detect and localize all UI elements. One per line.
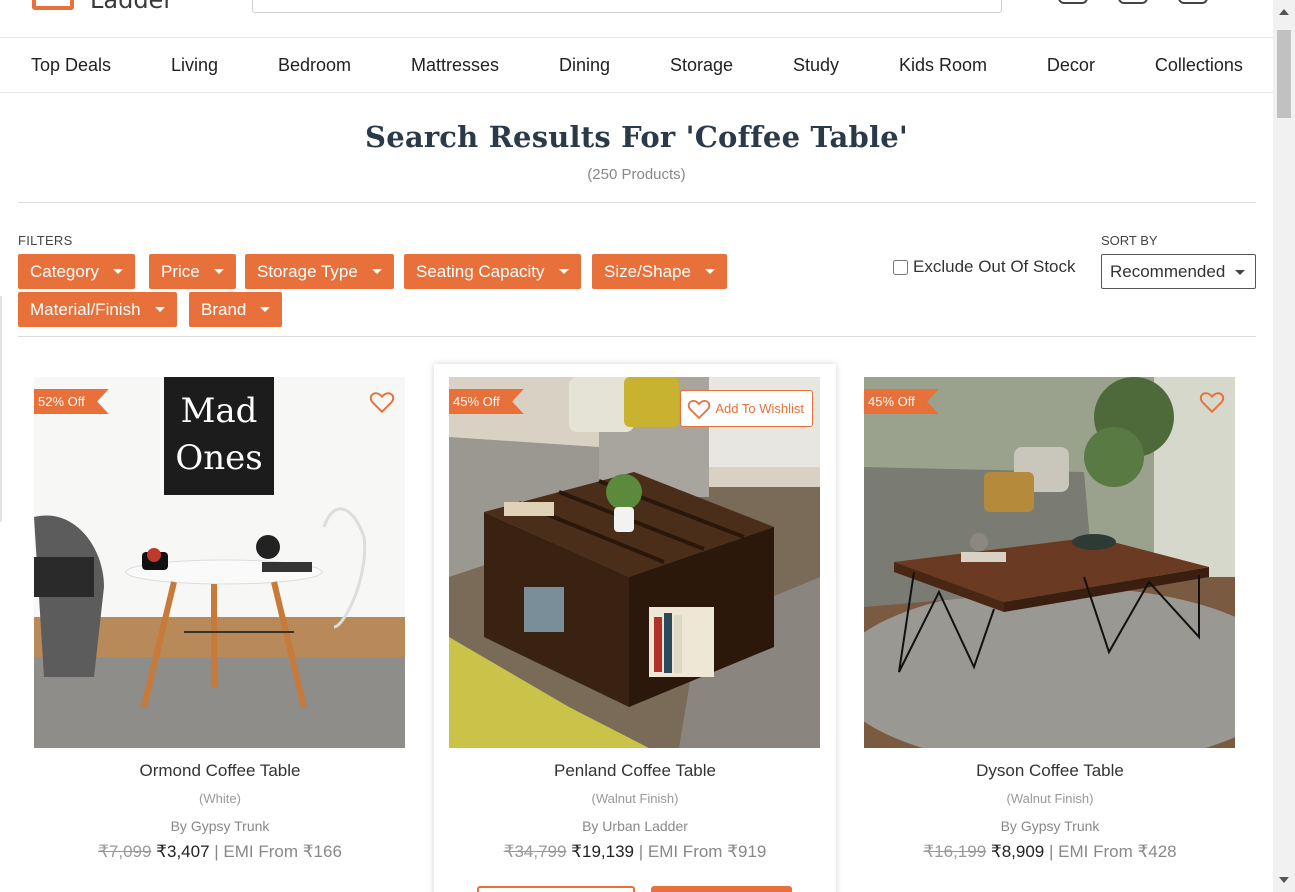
product-emi: | EMI From ₹428 xyxy=(1048,842,1177,861)
filter-label: Size/Shape xyxy=(604,261,691,281)
nav-item-dining[interactable]: Dining xyxy=(559,55,610,76)
sort-label: SORT BY xyxy=(1101,233,1158,248)
filter-label: Material/Finish xyxy=(30,299,141,319)
filter-size-shape[interactable]: Size/Shape xyxy=(592,254,727,289)
profile-icon[interactable] xyxy=(1118,0,1148,4)
product-card[interactable]: 45% Off Dyson Coffee Table (Walnut Finis… xyxy=(849,364,1251,892)
side-panel-edge xyxy=(0,296,2,522)
heart-icon[interactable] xyxy=(1199,389,1225,415)
caret-down-icon xyxy=(213,269,224,274)
filter-label: Brand xyxy=(201,299,247,319)
product-name[interactable]: Dyson Coffee Table xyxy=(849,761,1251,781)
secondary-action-button[interactable] xyxy=(477,886,635,892)
nav-item-storage[interactable]: Storage xyxy=(670,55,733,76)
divider xyxy=(18,202,1256,203)
logo[interactable]: Ladder xyxy=(32,0,174,14)
product-name[interactable]: Ormond Coffee Table xyxy=(19,761,421,781)
nav-item-study[interactable]: Study xyxy=(793,55,839,76)
product-emi: | EMI From ₹919 xyxy=(638,842,767,861)
product-sale-price: ₹8,909 xyxy=(990,842,1045,861)
product-brand: By Gypsy Trunk xyxy=(170,818,270,834)
vertical-scrollbar[interactable] xyxy=(1273,0,1295,892)
nav-item-mattresses[interactable]: Mattresses xyxy=(411,55,499,76)
filter-label: Seating Capacity xyxy=(416,261,545,281)
filter-brand[interactable]: Brand xyxy=(189,292,283,327)
filter-storage-type[interactable]: Storage Type xyxy=(245,254,394,289)
product-brand: By Gypsy Trunk xyxy=(1000,818,1100,834)
nav-item-collections[interactable]: Collections xyxy=(1155,55,1243,76)
product-mrp: ₹16,199 xyxy=(923,842,987,861)
product-mrp: ₹34,799 xyxy=(503,842,567,861)
filters-label: FILTERS xyxy=(18,233,73,248)
filter-category[interactable]: Category xyxy=(18,254,135,289)
add-to-wishlist-button[interactable]: Add To Wishlist xyxy=(680,390,813,427)
nav-item-living[interactable]: Living xyxy=(171,55,218,76)
product-price: ₹16,199 ₹8,909 | EMI From ₹428 xyxy=(849,842,1251,862)
product-price: ₹7,099 ₹3,407 | EMI From ₹166 xyxy=(19,842,421,862)
filter-price[interactable]: Price xyxy=(149,254,236,289)
scroll-up-arrow-icon[interactable] xyxy=(1279,9,1289,15)
caret-down-icon xyxy=(112,269,123,274)
cart-icon[interactable] xyxy=(1178,0,1208,4)
heart-icon xyxy=(688,399,711,419)
caret-down-icon xyxy=(558,269,569,274)
product-emi: | EMI From ₹166 xyxy=(214,842,342,861)
filter-label: Category xyxy=(30,261,99,281)
category-nav: Top Deals Living Bedroom Mattresses Dini… xyxy=(0,38,1273,93)
caret-down-icon xyxy=(704,269,715,274)
header-icons xyxy=(1058,0,1208,4)
product-sale-price: ₹3,407 xyxy=(156,842,210,861)
sort-selected-value: Recommended xyxy=(1110,261,1226,281)
heart-icon[interactable] xyxy=(369,389,395,415)
scroll-down-arrow-icon[interactable] xyxy=(1279,877,1289,883)
nav-item-top-deals[interactable]: Top Deals xyxy=(31,55,111,76)
exclude-out-of-stock[interactable]: Exclude Out Of Stock xyxy=(893,257,1076,277)
product-count: (250 Products) xyxy=(587,166,686,183)
nav-item-decor[interactable]: Decor xyxy=(1047,55,1095,76)
exclude-out-of-stock-checkbox[interactable] xyxy=(893,259,908,275)
nav-item-bedroom[interactable]: Bedroom xyxy=(278,55,351,76)
page-title: Search Results For 'Coffee Table' xyxy=(365,120,908,154)
add-to-wishlist-label: Add To Wishlist xyxy=(715,401,804,416)
product-brand: By Urban Ladder xyxy=(582,818,688,834)
product-card[interactable]: Mad Ones 52% Off Ormond Coffee Table (Wh… xyxy=(19,364,421,892)
logo-mark-icon xyxy=(32,0,74,10)
caret-down-icon xyxy=(154,307,165,312)
filter-material-finish[interactable]: Material/Finish xyxy=(18,292,177,327)
primary-action-button[interactable] xyxy=(651,886,792,892)
top-header: Ladder xyxy=(0,0,1273,38)
sort-select[interactable]: Recommended xyxy=(1101,254,1256,289)
nav-item-kids-room[interactable]: Kids Room xyxy=(899,55,987,76)
svg-text:Ones: Ones xyxy=(175,438,262,478)
filter-label: Storage Type xyxy=(257,261,358,281)
svg-text:Mad: Mad xyxy=(181,391,258,431)
product-name[interactable]: Penland Coffee Table xyxy=(434,761,836,781)
delivery-truck-icon[interactable] xyxy=(1058,0,1088,4)
product-sale-price: ₹19,139 xyxy=(571,842,634,861)
product-finish: (White) xyxy=(199,791,241,806)
filter-seating-capacity[interactable]: Seating Capacity xyxy=(404,254,581,289)
product-image[interactable]: Mad Ones 52% Off xyxy=(34,377,405,748)
product-finish: (Walnut Finish) xyxy=(1006,791,1094,806)
filter-label: Price xyxy=(161,261,200,281)
divider xyxy=(18,336,1256,337)
logo-text: Ladder xyxy=(90,0,174,14)
caret-down-icon xyxy=(1235,270,1245,275)
product-image[interactable]: 45% Off xyxy=(864,377,1235,748)
scrollbar-thumb[interactable] xyxy=(1277,30,1291,118)
product-image[interactable]: 45% Off Add To Wishlist xyxy=(449,377,820,748)
product-finish: (Walnut Finish) xyxy=(591,791,679,806)
product-mrp: ₹7,099 xyxy=(98,842,152,861)
search-input[interactable] xyxy=(252,0,1002,13)
caret-down-icon xyxy=(371,269,382,274)
product-card[interactable]: 45% Off Add To Wishlist Penland Coffee T… xyxy=(434,364,836,892)
exclude-out-of-stock-label: Exclude Out Of Stock xyxy=(913,257,1076,276)
caret-down-icon xyxy=(260,307,271,312)
product-price: ₹34,799 ₹19,139 | EMI From ₹919 xyxy=(434,842,836,862)
